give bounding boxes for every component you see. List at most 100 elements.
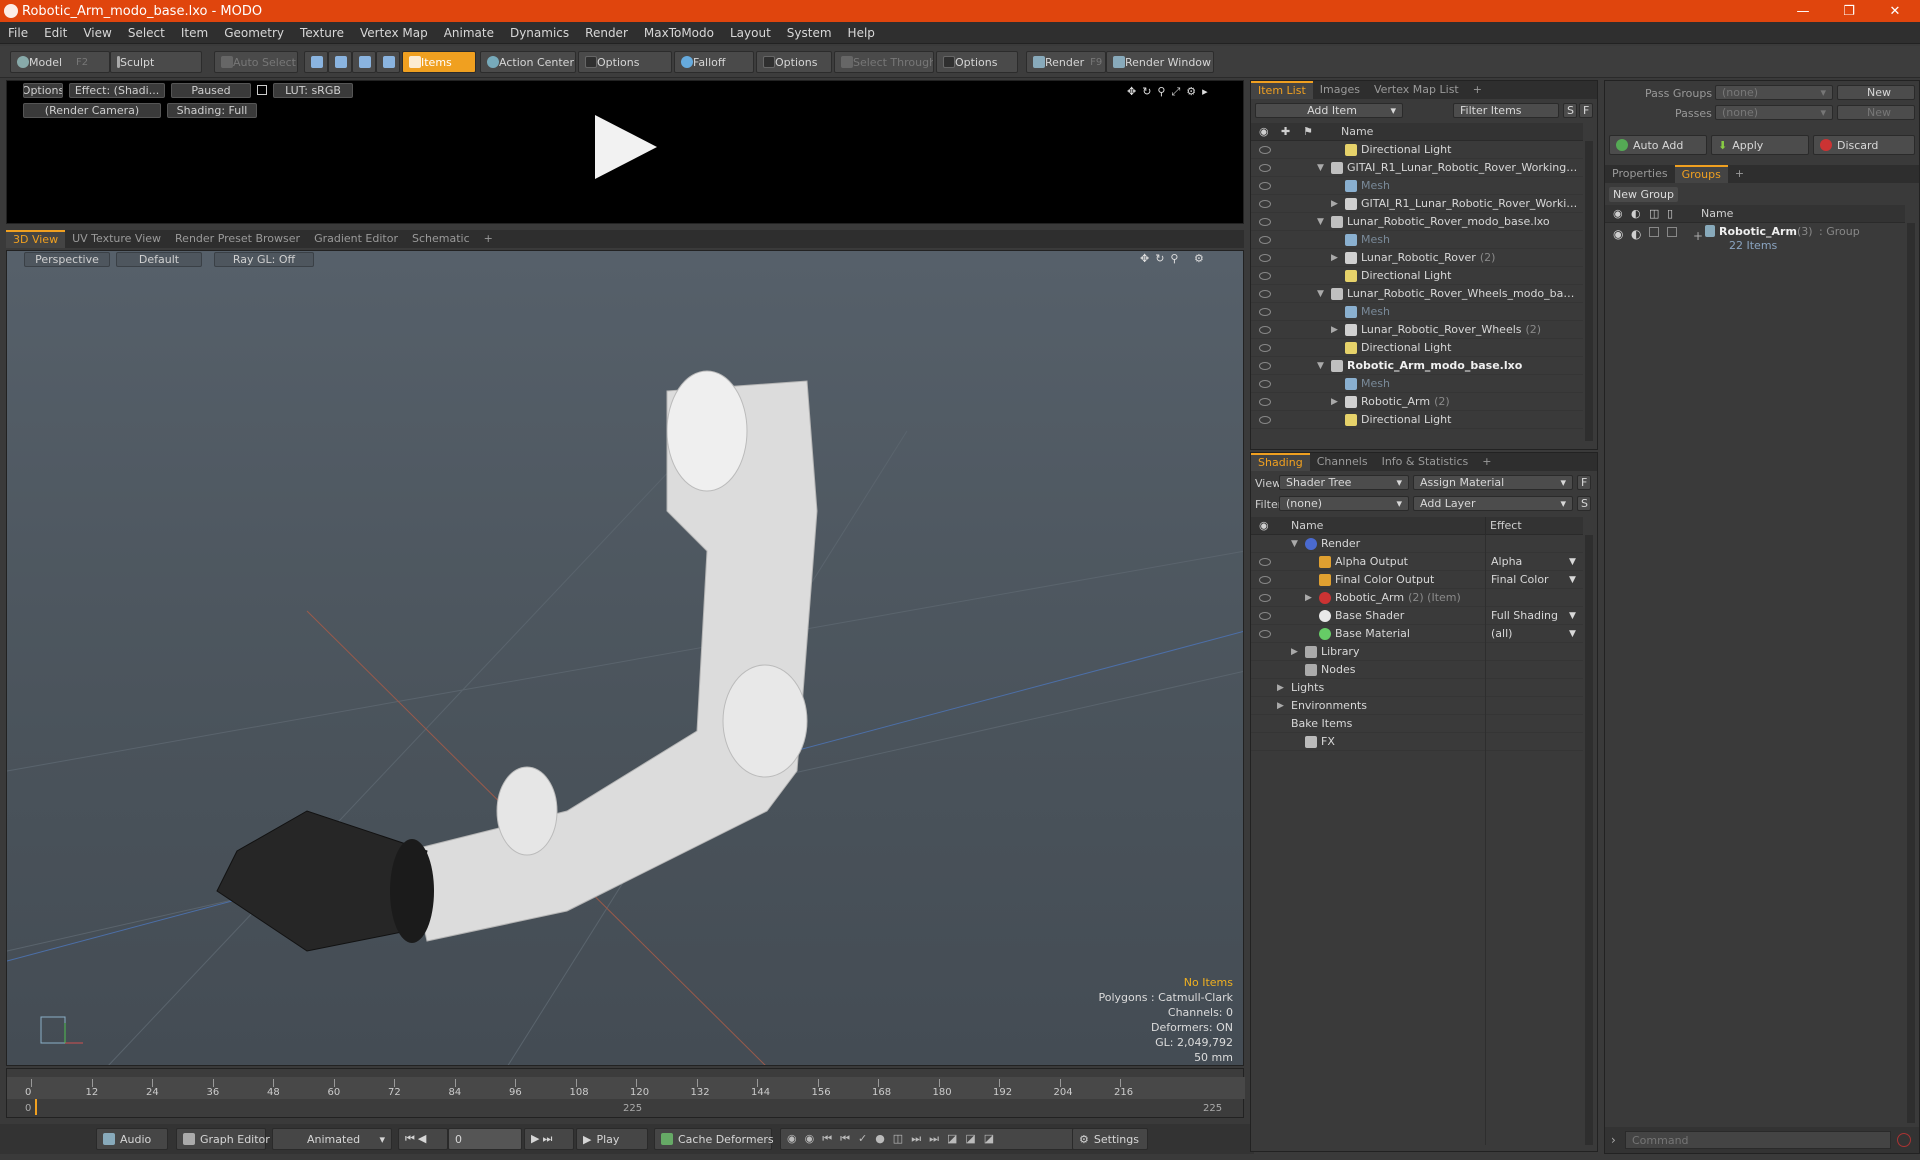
item-list-row[interactable]: ▼ Robotic_Arm_modo_base.lxo (1251, 357, 1583, 375)
items-mode-button[interactable]: Items (402, 51, 476, 73)
assign-material-dropdown[interactable]: Assign Material ▾ (1413, 475, 1573, 490)
visibility-eye-icon[interactable] (1259, 343, 1271, 352)
item-list-row[interactable]: Mesh (1251, 177, 1583, 195)
item-list-row[interactable]: ▶ Lunar_Robotic_Rover (2) (1251, 249, 1583, 267)
viewport-nav-icons[interactable]: ✥↻⚲ ⚙ (1140, 252, 1240, 266)
shader-tree-row[interactable]: ▶ Lights (1251, 679, 1583, 697)
shading-scrollbar[interactable] (1585, 535, 1593, 1145)
render-toggle-icon[interactable]: ◐ (1631, 227, 1641, 241)
item-list-row[interactable]: Directional Light (1251, 411, 1583, 429)
collapse-arrow-icon[interactable]: ▼ (1317, 217, 1324, 227)
shading-s-button[interactable]: S (1577, 496, 1591, 511)
menu-vertex-map[interactable]: Vertex Map (352, 26, 436, 40)
tab-3d-view[interactable]: 3D View (6, 230, 66, 248)
shader-tree-row[interactable]: Base Shader Full Shading ▼ (1251, 607, 1583, 625)
command-history-icon[interactable] (1897, 1133, 1911, 1147)
graph-editor-button[interactable]: Graph Editor (176, 1128, 270, 1150)
preview-shading-dropdown[interactable]: Shading: Full (167, 103, 257, 118)
item-list-row[interactable]: Directional Light (1251, 339, 1583, 357)
menu-help[interactable]: Help (840, 26, 883, 40)
menu-geometry[interactable]: Geometry (216, 26, 292, 40)
menu-dynamics[interactable]: Dynamics (502, 26, 577, 40)
lock-icon[interactable] (257, 85, 267, 95)
chevron-down-icon[interactable]: ▼ (1569, 629, 1576, 639)
shader-filter-dropdown[interactable]: (none) ▾ (1279, 496, 1409, 511)
item-list-row[interactable]: Mesh (1251, 231, 1583, 249)
tab-vertex-map-list[interactable]: Vertex Map List (1367, 81, 1466, 99)
preview-nav-icons[interactable]: ✥↻⚲⤢⚙▸ (1127, 85, 1237, 98)
expand-arrow-icon[interactable]: ▶ (1331, 199, 1338, 209)
collapse-arrow-icon[interactable]: ▼ (1317, 163, 1324, 173)
item-list-row[interactable]: ▼ Lunar_Robotic_Rover_modo_base.lxo (1251, 213, 1583, 231)
visibility-eye-icon[interactable] (1259, 629, 1271, 638)
visibility-eye-icon[interactable] (1259, 271, 1271, 280)
tab-schematic[interactable]: Schematic (405, 230, 477, 248)
new-pass-group-button[interactable]: New (1837, 85, 1915, 100)
chevron-down-icon[interactable]: ▼ (1569, 575, 1576, 585)
item-list-scrollbar[interactable] (1585, 141, 1593, 441)
item-list-row[interactable]: ▶ GITAI_R1_Lunar_Robotic_Rover_Worki ... (1251, 195, 1583, 213)
discard-button[interactable]: Discard (1813, 135, 1915, 155)
shader-tree-row[interactable]: ▶ Environments (1251, 697, 1583, 715)
lock-toggle-icon[interactable] (1649, 227, 1659, 237)
eye-icon[interactable]: ◉ (1613, 227, 1623, 241)
visibility-eye-icon[interactable] (1259, 181, 1271, 190)
visibility-eye-icon[interactable] (1259, 361, 1271, 370)
apply-button[interactable]: ⬇ Apply (1711, 135, 1809, 155)
auto-add-button[interactable]: Auto Add (1609, 135, 1707, 155)
shader-tree-row[interactable]: ▶ Robotic_Arm (2) (Item) (1251, 589, 1583, 607)
add-layer-dropdown[interactable]: Add Layer ▾ (1413, 496, 1573, 511)
menu-edit[interactable]: Edit (36, 26, 75, 40)
tab-info-statistics[interactable]: Info & Statistics (1375, 453, 1476, 471)
item-list-row[interactable]: Directional Light (1251, 267, 1583, 285)
visibility-eye-icon[interactable] (1259, 415, 1271, 424)
tab-item-list[interactable]: Item List (1251, 81, 1313, 99)
visibility-eye-icon[interactable] (1259, 593, 1271, 602)
expand-arrow-icon[interactable]: ▶ (1331, 325, 1338, 335)
filter-f-button[interactable]: F (1579, 103, 1593, 118)
visibility-eye-icon[interactable] (1259, 235, 1271, 244)
item-list-row[interactable]: Mesh (1251, 375, 1583, 393)
render-button[interactable]: Render F9 (1026, 51, 1106, 73)
shader-view-dropdown[interactable]: Shader Tree ▾ (1279, 475, 1409, 490)
visibility-eye-icon[interactable] (1259, 217, 1271, 226)
item-list-row[interactable]: ▼ Lunar_Robotic_Rover_Wheels_modo_bas ... (1251, 285, 1583, 303)
animated-dropdown[interactable]: Animated ▾ (272, 1128, 392, 1150)
row-effect[interactable]: Alpha (1491, 555, 1579, 568)
pass-groups-dropdown[interactable]: (none) ▾ (1715, 85, 1833, 100)
tab-render-preset-browser[interactable]: Render Preset Browser (168, 230, 307, 248)
command-input[interactable] (1625, 1131, 1891, 1149)
select-through-button[interactable]: Select Through (834, 51, 934, 73)
falloff-button[interactable]: Falloff (674, 51, 754, 73)
shader-tree-row[interactable]: ▼ Render (1251, 535, 1583, 553)
item-list-row[interactable]: ▶ Robotic_Arm (2) (1251, 393, 1583, 411)
menu-file[interactable]: File (0, 26, 36, 40)
row-effect[interactable]: (all) (1491, 627, 1579, 640)
chevron-down-icon[interactable]: ▼ (1569, 557, 1576, 567)
menu-animate[interactable]: Animate (436, 26, 502, 40)
collapse-arrow-icon[interactable]: ▼ (1291, 539, 1298, 549)
timeline[interactable]: 0 12 24 36 48 60 72 84 96 108 120 132 144 156 168 180 19… (6, 1068, 1245, 1118)
item-list-row[interactable]: ▼ GITAI_R1_Lunar_Robotic_Rover_Working ..… (1251, 159, 1583, 177)
falloff-options-button[interactable]: Options (756, 51, 832, 73)
tab-channels[interactable]: Channels (1310, 453, 1375, 471)
visibility-eye-icon[interactable] (1259, 307, 1271, 316)
row-effect[interactable]: Final Color (1491, 573, 1579, 586)
raygl-toggle[interactable]: Ray GL: Off (214, 252, 314, 267)
visibility-eye-icon[interactable] (1259, 557, 1271, 566)
expand-arrow-icon[interactable]: ▶ (1277, 683, 1284, 693)
timeline-playhead[interactable] (35, 1099, 37, 1115)
cache-deformers-button[interactable]: Cache Deformers (654, 1128, 774, 1150)
menu-view[interactable]: View (75, 26, 119, 40)
tab-uv-texture-view[interactable]: UV Texture View (65, 230, 168, 248)
menu-item[interactable]: Item (173, 26, 216, 40)
materials-mode-button[interactable] (376, 51, 400, 73)
filter-s-button[interactable]: S (1563, 103, 1577, 118)
menu-system[interactable]: System (779, 26, 840, 40)
visibility-eye-icon[interactable] (1259, 575, 1271, 584)
expand-arrow-icon[interactable]: ▶ (1331, 253, 1338, 263)
vertices-mode-button[interactable] (304, 51, 328, 73)
tab-shading[interactable]: Shading (1251, 453, 1310, 471)
minimize-icon[interactable]: — (1780, 0, 1826, 22)
visibility-eye-icon[interactable] (1259, 145, 1271, 154)
